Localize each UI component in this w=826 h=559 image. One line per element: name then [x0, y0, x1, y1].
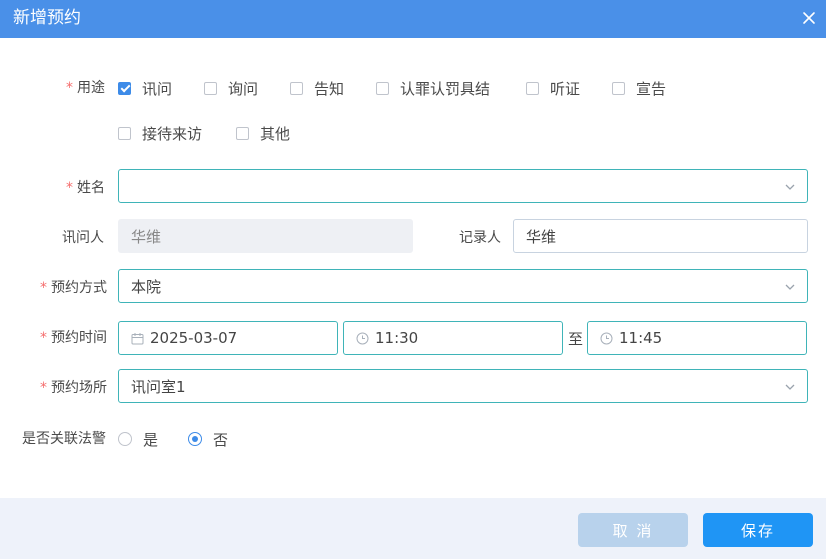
start-time-value: 11:30	[375, 329, 419, 347]
interrogator-label: 讯问人	[62, 230, 104, 246]
police-label: 是否关联法警	[22, 431, 106, 447]
checkbox-checked-icon	[118, 81, 131, 95]
checkbox-icon	[612, 81, 625, 95]
name-label: * 姓名	[66, 180, 105, 196]
checkbox-icon	[290, 81, 303, 95]
radio-selected-icon	[188, 432, 202, 446]
method-select[interactable]: 本院	[118, 269, 808, 303]
name-select[interactable]	[118, 169, 808, 203]
place-label: * 预约场所	[40, 380, 107, 396]
save-button[interactable]: 保存	[703, 513, 813, 547]
chevron-down-icon	[785, 384, 795, 390]
checkbox-purpose-reception[interactable]: 接待来访	[118, 123, 202, 143]
time-label: * 预约时间	[40, 330, 107, 346]
place-select[interactable]: 讯问室1	[118, 369, 808, 403]
start-time-picker[interactable]: 11:30	[343, 321, 563, 355]
date-picker[interactable]: 2025-03-07	[118, 321, 338, 355]
clock-icon	[600, 332, 613, 344]
checkbox-icon	[376, 81, 389, 95]
checkbox-purpose-inquiry[interactable]: 询问	[204, 78, 258, 98]
end-time-value: 11:45	[619, 329, 663, 347]
checkbox-icon	[526, 81, 539, 95]
purpose-label: * 用途	[66, 80, 105, 96]
recorder-field[interactable]: 华维	[513, 219, 808, 253]
chevron-down-icon	[785, 184, 795, 190]
checkbox-icon	[204, 81, 217, 95]
method-label: * 预约方式	[40, 280, 107, 296]
radio-police-yes[interactable]: 是	[118, 429, 158, 449]
checkbox-purpose-hearing[interactable]: 听证	[526, 78, 580, 98]
date-value: 2025-03-07	[150, 329, 238, 347]
time-separator: 至	[568, 330, 584, 348]
chevron-down-icon	[785, 284, 795, 290]
close-icon[interactable]	[800, 9, 818, 27]
place-value: 讯问室1	[131, 377, 186, 396]
calendar-icon	[131, 332, 144, 344]
recorder-value: 华维	[526, 227, 557, 246]
radio-icon	[118, 432, 132, 446]
recorder-label: 记录人	[459, 230, 501, 246]
checkbox-icon	[236, 126, 249, 140]
interrogator-field: 华维	[118, 219, 413, 253]
dialog-header: 新增预约	[0, 0, 826, 38]
checkbox-purpose-interrogation[interactable]: 讯问	[118, 78, 172, 98]
dialog-title: 新增预约	[13, 8, 81, 28]
radio-police-no[interactable]: 否	[188, 429, 228, 449]
interrogator-value: 华维	[131, 227, 162, 246]
end-time-picker[interactable]: 11:45	[587, 321, 807, 355]
checkbox-purpose-other[interactable]: 其他	[236, 123, 290, 143]
checkbox-purpose-plea[interactable]: 认罪认罚具结	[376, 78, 490, 98]
clock-icon	[356, 332, 369, 344]
checkbox-icon	[118, 126, 131, 140]
checkbox-purpose-announce[interactable]: 宣告	[612, 78, 666, 98]
checkbox-purpose-notify[interactable]: 告知	[290, 78, 344, 98]
method-value: 本院	[131, 277, 162, 296]
cancel-button[interactable]: 取 消	[578, 513, 688, 547]
